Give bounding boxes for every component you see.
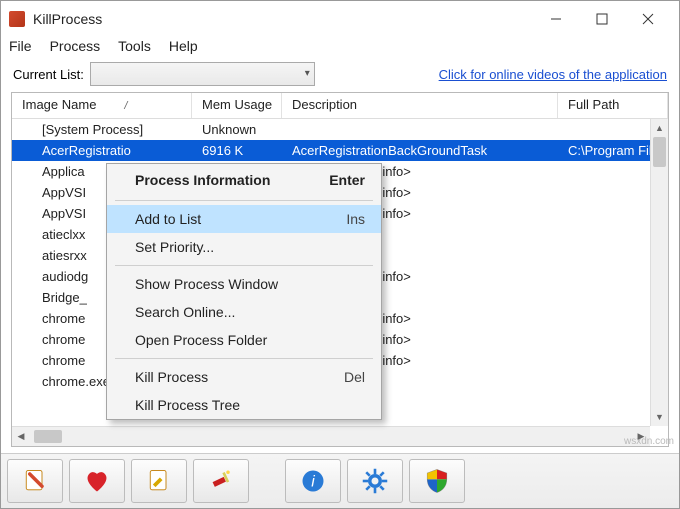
cm-header-shortcut: Enter	[329, 172, 365, 188]
chevron-down-icon: ▾	[305, 68, 310, 79]
sort-indicator: /	[124, 100, 127, 112]
context-menu-item[interactable]: Show Process Window	[107, 270, 381, 298]
context-menu-separator	[115, 200, 373, 201]
cm-item-label: Show Process Window	[135, 276, 278, 292]
context-menu-item[interactable]: Kill Process Del	[107, 363, 381, 391]
menu-file[interactable]: File	[9, 38, 32, 54]
toolbar: i	[1, 453, 679, 508]
col-header-image[interactable]: Image Name	[22, 97, 96, 112]
menu-help[interactable]: Help	[169, 38, 198, 54]
context-menu-separator	[115, 358, 373, 359]
titlebar: KillProcess	[1, 1, 679, 36]
app-icon	[9, 11, 25, 27]
context-menu-item[interactable]: Kill Process Tree	[107, 391, 381, 419]
online-videos-link[interactable]: Click for online videos of the applicati…	[439, 67, 667, 82]
cm-item-label: Set Priority...	[135, 239, 214, 255]
scroll-left-arrow-icon[interactable]: ◀	[12, 431, 30, 442]
cm-item-label: Kill Process Tree	[135, 397, 240, 413]
col-header-mem[interactable]: Mem Usage	[192, 93, 282, 118]
cm-item-label: Open Process Folder	[135, 332, 267, 348]
scroll-up-arrow-icon[interactable]: ▲	[651, 119, 668, 137]
listview-header[interactable]: Image Name / Mem Usage Description Full P…	[12, 93, 668, 119]
scroll-thumb[interactable]	[34, 430, 62, 443]
current-list-combo[interactable]: ▾	[90, 62, 315, 86]
tool-favorite-button[interactable]	[69, 459, 125, 503]
menubar: File Process Tools Help	[1, 36, 679, 56]
svg-text:i: i	[311, 473, 315, 490]
menu-tools[interactable]: Tools	[118, 38, 151, 54]
scroll-down-arrow-icon[interactable]: ▼	[651, 408, 668, 426]
col-header-path[interactable]: Full Path	[558, 93, 668, 118]
current-list-label: Current List:	[13, 67, 84, 82]
horizontal-scrollbar[interactable]: ◀ ▶	[12, 426, 650, 446]
cm-item-label: Search Online...	[135, 304, 235, 320]
close-button[interactable]	[625, 4, 671, 34]
tool-settings-button[interactable]	[347, 459, 403, 503]
context-menu: Process Information Enter Add to List Ins…	[106, 163, 382, 420]
table-row[interactable]: AcerRegistratio6916 KAcerRegistrationBac…	[12, 140, 668, 161]
cell-mem: Unknown	[192, 122, 282, 137]
context-menu-item[interactable]: Add to List Ins	[107, 205, 381, 233]
tool-kill-button[interactable]	[193, 459, 249, 503]
context-menu-item[interactable]: Set Priority...	[107, 233, 381, 261]
context-menu-separator	[115, 265, 373, 266]
minimize-button[interactable]	[533, 4, 579, 34]
cm-item-shortcut: Del	[344, 369, 365, 385]
cm-item-shortcut: Ins	[346, 211, 365, 227]
cell-mem: 6916 K	[192, 143, 282, 158]
cell-image: [System Process]	[12, 122, 192, 137]
maximize-button[interactable]	[579, 4, 625, 34]
cm-item-label: Add to List	[135, 211, 201, 227]
window-title: KillProcess	[33, 11, 533, 27]
menu-process[interactable]: Process	[50, 38, 101, 54]
table-row[interactable]: [System Process]Unknown	[12, 119, 668, 140]
vertical-scrollbar[interactable]: ▲ ▼	[650, 119, 668, 426]
context-menu-item[interactable]: Search Online...	[107, 298, 381, 326]
tool-info-button[interactable]: i	[285, 459, 341, 503]
tool-note-button[interactable]	[7, 459, 63, 503]
scroll-thumb[interactable]	[653, 137, 666, 167]
window-buttons	[533, 4, 671, 34]
context-menu-item[interactable]: Open Process Folder	[107, 326, 381, 354]
tool-shield-button[interactable]	[409, 459, 465, 503]
context-menu-header[interactable]: Process Information Enter	[107, 164, 381, 196]
tool-edit-button[interactable]	[131, 459, 187, 503]
cell-image: AcerRegistratio	[12, 143, 192, 158]
cm-header-label: Process Information	[135, 172, 270, 188]
watermark: wsxdn.com	[624, 436, 674, 447]
current-list-row: Current List: ▾ Click for online videos …	[1, 56, 679, 92]
cell-desc: AcerRegistrationBackGroundTask	[282, 143, 558, 158]
cm-item-label: Kill Process	[135, 369, 208, 385]
col-header-desc[interactable]: Description	[282, 93, 558, 118]
